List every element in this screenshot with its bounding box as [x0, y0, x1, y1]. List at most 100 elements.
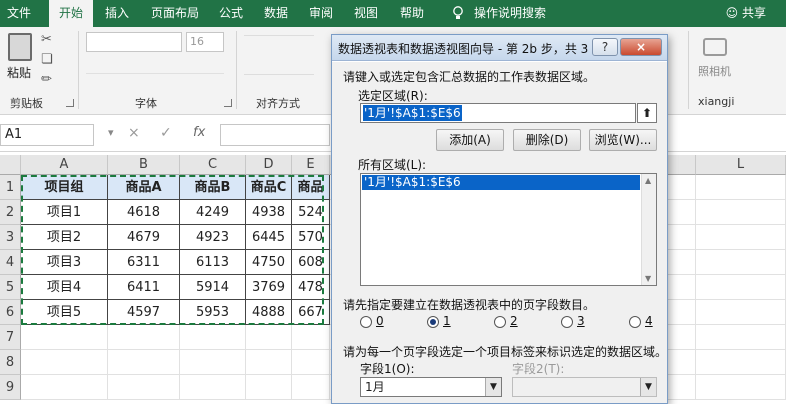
- row-header[interactable]: 3: [0, 225, 21, 250]
- empty-cell[interactable]: [108, 375, 180, 400]
- table-cell[interactable]: 4249: [180, 200, 246, 225]
- range-input[interactable]: '1月'!$A$1:$E$6: [360, 103, 636, 123]
- name-box[interactable]: A1: [0, 124, 94, 146]
- tab-file[interactable]: 文件: [0, 0, 38, 27]
- paste-icon[interactable]: [8, 33, 32, 61]
- row-header[interactable]: 2: [0, 200, 21, 225]
- copy-icon[interactable]: ❏: [41, 52, 53, 67]
- tab-help[interactable]: 帮助: [394, 0, 430, 27]
- empty-cell[interactable]: [696, 225, 786, 250]
- table-header-cell[interactable]: 项目组: [21, 175, 108, 200]
- column-header[interactable]: A: [21, 155, 108, 175]
- row-header[interactable]: 8: [0, 350, 21, 375]
- table-cell[interactable]: 4938: [246, 200, 292, 225]
- cancel-icon[interactable]: ×: [128, 125, 140, 141]
- cut-icon[interactable]: ✂: [41, 32, 52, 47]
- table-header-cell[interactable]: 商品B: [180, 175, 246, 200]
- empty-cell[interactable]: [108, 350, 180, 375]
- chevron-down-icon[interactable]: ▼: [640, 378, 656, 396]
- table-cell[interactable]: 6311: [108, 250, 180, 275]
- share-button[interactable]: ☺ 共享: [726, 0, 766, 26]
- clipboard-launcher-icon[interactable]: [66, 99, 74, 107]
- browse-button[interactable]: 浏览(W)...: [589, 129, 657, 151]
- empty-cell[interactable]: [246, 325, 292, 350]
- empty-cell[interactable]: [180, 350, 246, 375]
- empty-cell[interactable]: [292, 350, 330, 375]
- tab-data[interactable]: 数据: [258, 0, 294, 27]
- empty-cell[interactable]: [696, 250, 786, 275]
- tab-insert[interactable]: 插入: [97, 0, 137, 27]
- page-field-radio-0[interactable]: [360, 316, 372, 328]
- table-header-cell[interactable]: 商品A: [108, 175, 180, 200]
- row-header[interactable]: 1: [0, 175, 21, 200]
- empty-cell[interactable]: [696, 325, 786, 350]
- list-scrollbar[interactable]: ▲ ▼: [641, 174, 656, 285]
- camera-button-label[interactable]: 照相机: [698, 63, 731, 79]
- scroll-down-icon[interactable]: ▼: [645, 274, 651, 283]
- tell-me-search[interactable]: 操作说明搜索: [470, 0, 550, 27]
- table-cell[interactable]: 5914: [180, 275, 246, 300]
- table-cell[interactable]: 4618: [108, 200, 180, 225]
- table-cell[interactable]: 4597: [108, 300, 180, 325]
- field1-select[interactable]: 1月 ▼: [360, 377, 502, 397]
- tab-home[interactable]: 开始: [49, 0, 93, 27]
- table-cell[interactable]: 4750: [246, 250, 292, 275]
- table-header-cell[interactable]: 商品C: [246, 175, 292, 200]
- table-cell[interactable]: 4888: [246, 300, 292, 325]
- tab-view[interactable]: 视图: [348, 0, 384, 27]
- page-field-radio-2[interactable]: [494, 316, 506, 328]
- empty-cell[interactable]: [246, 350, 292, 375]
- table-cell[interactable]: 3769: [246, 275, 292, 300]
- dialog-title-bar[interactable]: 数据透视表和数据透视图向导 - 第 2b 步，共 3 步 ? ×: [332, 35, 667, 61]
- format-painter-icon[interactable]: ✏: [41, 72, 52, 87]
- row-header[interactable]: 7: [0, 325, 21, 350]
- row-header[interactable]: 4: [0, 250, 21, 275]
- table-cell[interactable]: 5953: [180, 300, 246, 325]
- table-cell[interactable]: 6113: [180, 250, 246, 275]
- empty-cell[interactable]: [696, 200, 786, 225]
- field2-select[interactable]: ▼: [512, 377, 657, 397]
- table-cell[interactable]: 6445: [246, 225, 292, 250]
- empty-cell[interactable]: [180, 325, 246, 350]
- table-cell[interactable]: 项目5: [21, 300, 108, 325]
- select-all-corner[interactable]: [0, 155, 21, 175]
- tab-review[interactable]: 审阅: [303, 0, 339, 27]
- add-button[interactable]: 添加(A): [436, 129, 504, 151]
- name-box-dropdown-icon[interactable]: ▾: [108, 126, 114, 139]
- table-cell[interactable]: 570: [292, 225, 330, 250]
- empty-cell[interactable]: [246, 375, 292, 400]
- alignment-buttons[interactable]: [244, 35, 314, 75]
- camera-icon[interactable]: [703, 38, 727, 56]
- formula-input[interactable]: [220, 124, 330, 146]
- empty-cell[interactable]: [21, 350, 108, 375]
- page-field-radio-3[interactable]: [561, 316, 573, 328]
- table-cell[interactable]: 524: [292, 200, 330, 225]
- chevron-down-icon[interactable]: ▼: [485, 378, 501, 396]
- row-header[interactable]: 6: [0, 300, 21, 325]
- column-header[interactable]: C: [180, 155, 246, 175]
- table-cell[interactable]: 6411: [108, 275, 180, 300]
- row-header[interactable]: 5: [0, 275, 21, 300]
- column-header[interactable]: B: [108, 155, 180, 175]
- page-field-radio-1[interactable]: [427, 316, 439, 328]
- table-cell[interactable]: 4923: [180, 225, 246, 250]
- insert-function-icon[interactable]: fx: [193, 125, 205, 140]
- column-header[interactable]: D: [246, 155, 292, 175]
- empty-cell[interactable]: [292, 325, 330, 350]
- table-cell[interactable]: 608: [292, 250, 330, 275]
- close-button[interactable]: ×: [620, 38, 662, 56]
- font-size-select[interactable]: 16: [186, 32, 224, 52]
- font-name-select[interactable]: [86, 32, 182, 52]
- empty-cell[interactable]: [696, 350, 786, 375]
- table-cell[interactable]: 项目3: [21, 250, 108, 275]
- paste-button-label[interactable]: 粘贴: [7, 64, 31, 81]
- empty-cell[interactable]: [21, 375, 108, 400]
- table-cell[interactable]: 667: [292, 300, 330, 325]
- row-header[interactable]: 9: [0, 375, 21, 400]
- tab-formulas[interactable]: 公式: [213, 0, 249, 27]
- help-button[interactable]: ?: [592, 38, 618, 56]
- empty-cell[interactable]: [696, 300, 786, 325]
- table-cell[interactable]: 478: [292, 275, 330, 300]
- font-launcher-icon[interactable]: [224, 99, 232, 107]
- empty-cell[interactable]: [108, 325, 180, 350]
